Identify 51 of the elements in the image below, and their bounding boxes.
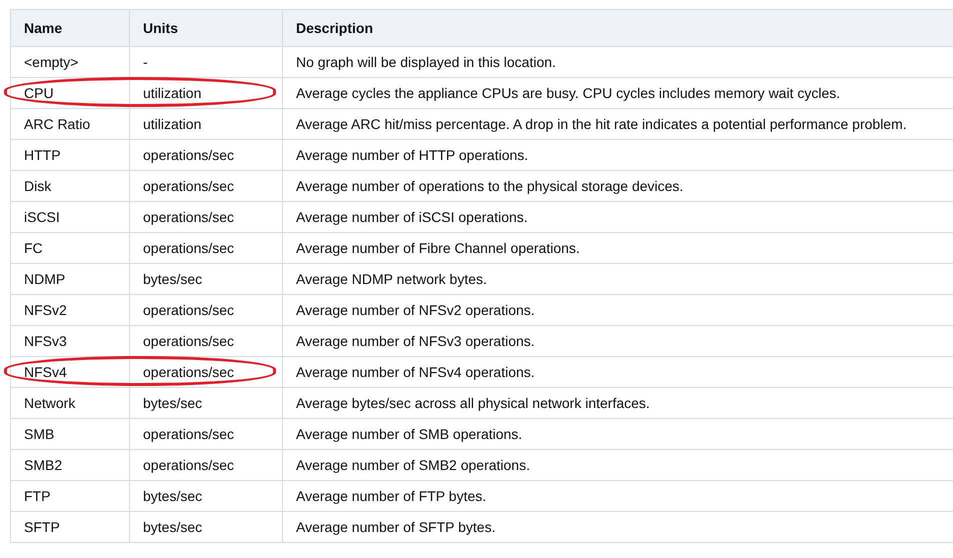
units-cell: utilization bbox=[143, 85, 202, 101]
units-cell: operations/sec bbox=[143, 302, 234, 318]
description-cell: Average number of SFTP bytes. bbox=[296, 519, 496, 535]
description-cell: Average number of NFSv4 operations. bbox=[296, 364, 535, 380]
units-cell: operations/sec bbox=[143, 457, 234, 473]
name-cell: Disk bbox=[24, 178, 52, 194]
name-cell: NFSv3 bbox=[24, 333, 67, 349]
units-cell: operations/sec bbox=[143, 426, 234, 442]
description-cell: Average cycles the appliance CPUs are busy. CPU cycles includes memory wait cycles. bbox=[296, 85, 840, 101]
column-header: Description bbox=[282, 10, 953, 46]
name-cell: SMB bbox=[24, 426, 54, 442]
column-header: Name bbox=[10, 10, 130, 46]
units-cell: operations/sec bbox=[143, 147, 234, 163]
units-cell: operations/sec bbox=[143, 364, 234, 380]
name-cell: FC bbox=[24, 240, 43, 256]
units-cell: operations/sec bbox=[143, 333, 234, 349]
units-cell: operations/sec bbox=[143, 209, 234, 225]
name-cell: Network bbox=[24, 395, 76, 411]
description-cell: Average number of NFSv2 operations. bbox=[296, 302, 535, 318]
name-cell: NFSv4 bbox=[24, 364, 67, 380]
units-cell: bytes/sec bbox=[143, 271, 202, 287]
units-cell: utilization bbox=[143, 116, 202, 132]
name-cell: SFTP bbox=[24, 519, 60, 535]
description-cell: Average NDMP network bytes. bbox=[296, 271, 487, 287]
description-cell: Average number of FTP bytes. bbox=[296, 488, 486, 504]
column-header: Units bbox=[130, 10, 282, 46]
description-cell: Average number of Fibre Channel operations. bbox=[296, 240, 580, 256]
name-cell: CPU bbox=[24, 85, 54, 101]
units-cell: operations/sec bbox=[143, 178, 234, 194]
description-cell: Average number of NFSv3 operations. bbox=[296, 333, 535, 349]
units-cell: - bbox=[143, 54, 148, 70]
description-cell: Average number of HTTP operations. bbox=[296, 147, 528, 163]
description-cell: Average bytes/sec across all physical network interfaces. bbox=[296, 395, 650, 411]
name-cell: NFSv2 bbox=[24, 302, 67, 318]
name-cell: iSCSI bbox=[24, 209, 60, 225]
description-cell: Average number of operations to the physical storage devices. bbox=[296, 178, 684, 194]
name-cell: HTTP bbox=[24, 147, 61, 163]
units-cell: bytes/sec bbox=[143, 395, 202, 411]
description-cell: No graph will be displayed in this location. bbox=[296, 54, 556, 70]
description-cell: Average number of SMB2 operations. bbox=[296, 457, 530, 473]
name-cell: ARC Ratio bbox=[24, 116, 90, 132]
description-cell: Average number of SMB operations. bbox=[296, 426, 522, 442]
units-cell: operations/sec bbox=[143, 240, 234, 256]
name-cell: NDMP bbox=[24, 271, 66, 287]
name-cell: <empty> bbox=[24, 54, 78, 70]
description-cell: Average ARC hit/miss percentage. A drop in the hit rate indicates a potential performance problem. bbox=[296, 116, 907, 132]
units-cell: bytes/sec bbox=[143, 488, 202, 504]
name-cell: FTP bbox=[24, 488, 50, 504]
units-cell: bytes/sec bbox=[143, 519, 202, 535]
name-cell: SMB2 bbox=[24, 457, 62, 473]
description-cell: Average number of iSCSI operations. bbox=[296, 209, 528, 225]
